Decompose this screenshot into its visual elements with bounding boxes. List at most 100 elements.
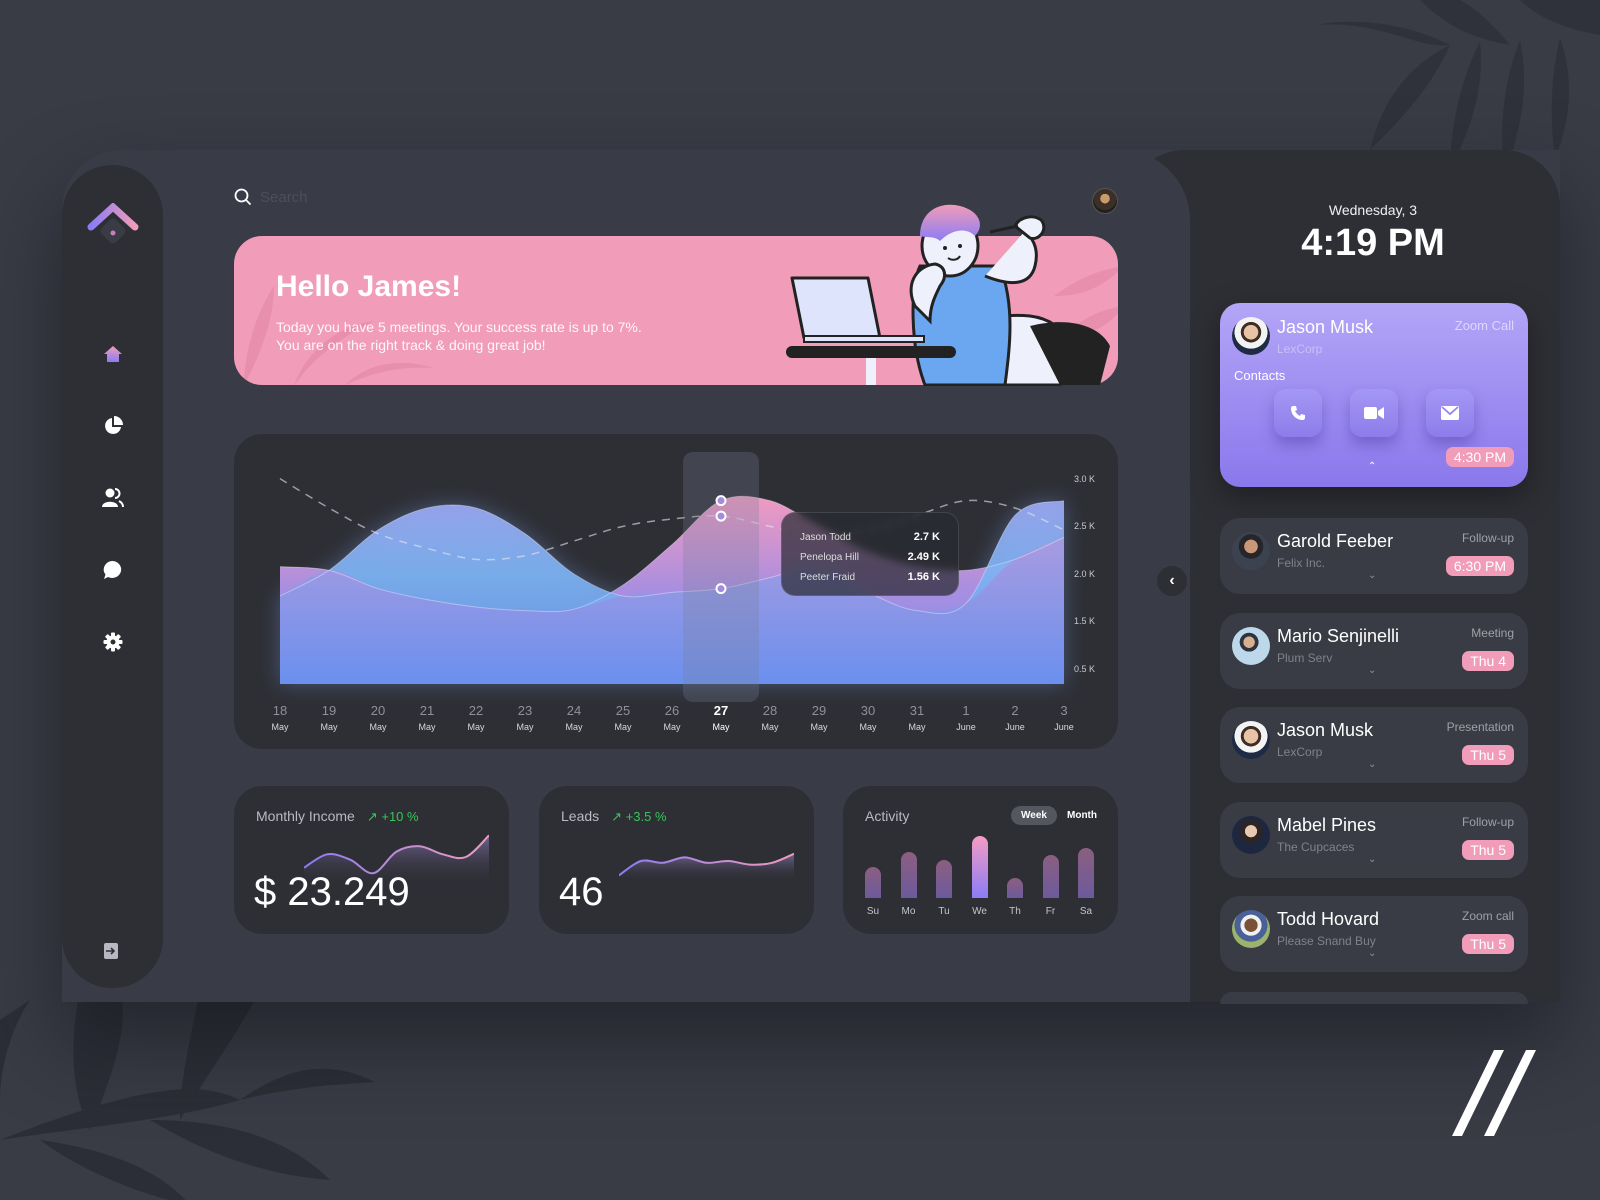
x-tick-month: May bbox=[369, 722, 387, 732]
greeting-title: Hello James! bbox=[276, 270, 462, 303]
contact-company: Please Snand Buy bbox=[1277, 934, 1376, 948]
leads-delta: ↗ +3.5 % bbox=[611, 809, 666, 824]
activity-day-label: Mo bbox=[901, 906, 916, 917]
activity-bar[interactable] bbox=[971, 836, 988, 898]
x-tick-month: May bbox=[418, 722, 436, 732]
activity-bar[interactable] bbox=[1007, 878, 1023, 898]
tooltip-series-name: Penelopa Hill bbox=[800, 551, 859, 563]
x-tick-day: 25 bbox=[616, 703, 630, 718]
contact-name: Mabel Pines bbox=[1277, 814, 1377, 835]
contact-name: Jason Musk bbox=[1277, 720, 1374, 740]
x-tick-month: June bbox=[1054, 722, 1074, 732]
app-logo bbox=[87, 203, 139, 244]
contact-name: Todd Hovard bbox=[1277, 909, 1380, 929]
appointment-type: Zoom Call bbox=[1454, 318, 1514, 333]
video-camera-icon bbox=[1364, 407, 1384, 419]
call-button[interactable] bbox=[1274, 389, 1322, 437]
contact-company: Felix Inc. bbox=[1277, 556, 1326, 570]
highlight-point[interactable] bbox=[715, 510, 727, 522]
x-tick-month: May bbox=[859, 722, 877, 732]
appointment-card[interactable]: Garold Feeber Felix Inc. Follow-up 6:30 … bbox=[1220, 518, 1528, 594]
x-tick-day: 26 bbox=[665, 703, 679, 718]
trend-up-icon: ↗ bbox=[611, 809, 623, 824]
activity-bar[interactable] bbox=[936, 859, 952, 898]
featured-appointment-card[interactable]: Jason Musk LexCorp Zoom Call Contacts 4:… bbox=[1220, 303, 1528, 487]
current-date: Wednesday, 3 bbox=[1328, 202, 1418, 218]
x-tick-day: 27 bbox=[714, 703, 728, 718]
appointment-time-badge: Thu 5 bbox=[1462, 934, 1514, 954]
x-tick-day: 23 bbox=[518, 703, 532, 718]
expand-chevron-icon[interactable]: ⌄ bbox=[1368, 665, 1376, 676]
x-tick-day: 28 bbox=[763, 703, 777, 718]
search-input[interactable] bbox=[260, 188, 460, 206]
stat-label: Leads ↗ +3.5 % bbox=[561, 808, 667, 825]
monthly-income-card: Monthly Income ↗ +10 % $ 23.249 bbox=[234, 786, 509, 934]
activity-bar[interactable] bbox=[1078, 848, 1094, 898]
expand-chevron-icon[interactable]: ⌄ bbox=[1368, 854, 1376, 865]
tooltip-row: Peeter Fraid 1.56 K bbox=[800, 567, 940, 587]
contact-name: Jason Musk bbox=[1277, 317, 1374, 337]
chat-bubble-icon bbox=[103, 560, 122, 579]
chart-tooltip: Jason Todd 2.7 K Penelopa Hill 2.49 K Peet… bbox=[781, 512, 959, 596]
logout-button[interactable] bbox=[104, 943, 118, 959]
contact-company: The Cupcaces bbox=[1277, 839, 1355, 854]
sidebar-item-home[interactable] bbox=[98, 339, 128, 369]
brand-slash-logo bbox=[1452, 1050, 1536, 1136]
income-delta-value: +10 % bbox=[381, 809, 419, 824]
phone-icon bbox=[1291, 406, 1305, 420]
x-tick-month: May bbox=[810, 722, 828, 732]
x-tick-month: May bbox=[320, 722, 338, 732]
x-tick-month: May bbox=[271, 722, 289, 732]
contact-avatar bbox=[1232, 910, 1270, 948]
y-tick-label: 2.5 K bbox=[1074, 521, 1095, 531]
search-icon[interactable] bbox=[234, 188, 252, 206]
highlight-column[interactable] bbox=[683, 452, 759, 702]
video-call-button[interactable] bbox=[1350, 389, 1398, 437]
leads-delta-value: +3.5 % bbox=[625, 809, 667, 824]
activity-bar[interactable] bbox=[865, 867, 881, 898]
toggle-week[interactable]: Week bbox=[1011, 806, 1057, 825]
activity-bar[interactable] bbox=[1042, 854, 1059, 898]
home-icon bbox=[104, 346, 122, 362]
pie-chart-icon bbox=[105, 416, 123, 434]
email-button[interactable] bbox=[1426, 389, 1474, 437]
expand-chevron-icon[interactable]: ⌄ bbox=[1368, 759, 1376, 770]
collapse-panel-button[interactable]: ‹ bbox=[1157, 566, 1187, 596]
appointment-card[interactable]: Mabel Pines The Cupcaces Follow-up Thu 5… bbox=[1220, 801, 1528, 878]
expand-chevron-icon[interactable]: ⌄ bbox=[1368, 570, 1376, 581]
appointment-card[interactable]: Mario Senjinelli Plum Serv Meeting Thu 4… bbox=[1220, 612, 1528, 689]
sidebar-item-contacts[interactable] bbox=[98, 483, 128, 513]
contact-company: LexCorp bbox=[1277, 342, 1323, 356]
tooltip-series-name: Jason Todd bbox=[800, 531, 851, 543]
mail-icon bbox=[1441, 406, 1459, 420]
expand-chevron-icon[interactable]: ⌄ bbox=[1368, 948, 1376, 959]
area-chart: 18May19May20May21May22May23May24May25May… bbox=[271, 452, 1095, 732]
sidebar bbox=[62, 165, 163, 988]
search-bar bbox=[234, 188, 460, 206]
sidebar-item-messages[interactable] bbox=[98, 555, 128, 585]
appointment-type: Presentation bbox=[1446, 720, 1514, 734]
sidebar-item-analytics[interactable] bbox=[98, 411, 128, 441]
contact-avatar bbox=[1232, 626, 1270, 665]
highlight-point[interactable] bbox=[715, 583, 727, 595]
activity-bar[interactable] bbox=[900, 851, 917, 898]
x-tick-month: May bbox=[663, 722, 681, 732]
x-tick-day: 21 bbox=[420, 703, 434, 718]
x-tick-day: 22 bbox=[469, 703, 483, 718]
appointment-card[interactable]: Jason Musk LexCorp Presentation Thu 5 ⌄ bbox=[1220, 707, 1528, 783]
collapse-card-icon[interactable]: ⌃ bbox=[1368, 461, 1376, 472]
y-tick-label: 3.0 K bbox=[1074, 474, 1095, 484]
contact-avatar bbox=[1232, 815, 1270, 854]
x-tick-month: May bbox=[908, 722, 926, 732]
x-tick-month: May bbox=[516, 722, 534, 732]
highlight-point[interactable] bbox=[715, 495, 727, 507]
activity-card: Activity Week Month Su Mo Tu We Th Fr Sa bbox=[843, 786, 1118, 934]
toggle-month[interactable]: Month bbox=[1057, 806, 1107, 825]
sparkline-area bbox=[619, 853, 794, 881]
activity-day-label: We bbox=[972, 906, 987, 917]
contact-company: LexCorp bbox=[1277, 745, 1323, 759]
appointment-card[interactable]: Todd Hovard Please Snand Buy Zoom call T… bbox=[1220, 896, 1528, 972]
sidebar-item-settings[interactable] bbox=[98, 627, 128, 657]
x-tick-day: 29 bbox=[812, 703, 826, 718]
contact-company: Plum Serv bbox=[1277, 650, 1333, 665]
